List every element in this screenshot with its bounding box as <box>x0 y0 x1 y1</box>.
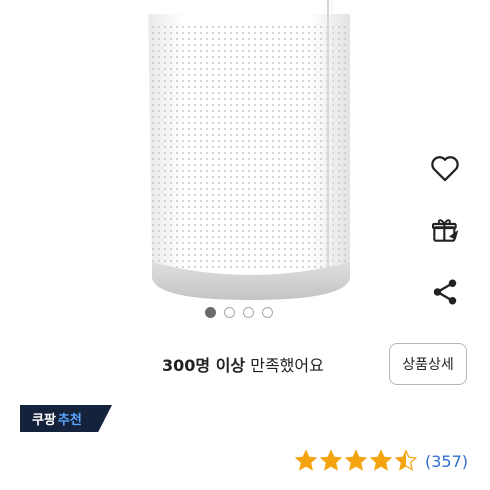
gift-button[interactable] <box>425 210 465 250</box>
star-full-icon <box>344 449 368 471</box>
badge-highlight: 추천 <box>57 413 82 428</box>
star-full-icon <box>294 449 318 471</box>
heart-icon <box>431 156 459 182</box>
review-count[interactable]: (357) <box>425 452 468 471</box>
carousel-dot[interactable] <box>262 307 273 318</box>
badge-brand: 쿠팡 <box>32 413 56 428</box>
wishlist-button[interactable] <box>425 148 465 188</box>
product-image[interactable] <box>0 0 490 300</box>
satisfaction-text: 300명 이상 만족했어요 <box>162 352 324 376</box>
product-detail-button[interactable]: 상품상세 <box>389 343 467 385</box>
star-full-icon <box>369 449 393 471</box>
gift-icon <box>431 219 459 242</box>
rating-stars <box>294 449 419 473</box>
carousel-dot[interactable] <box>205 307 216 318</box>
share-button[interactable] <box>425 272 465 312</box>
rating[interactable]: (357) <box>294 449 468 473</box>
satisfaction-count: 300명 이상 <box>162 356 246 375</box>
star-half-icon <box>394 449 418 471</box>
carousel-dot[interactable] <box>224 307 235 318</box>
star-full-icon <box>319 449 343 471</box>
satisfaction-label: 만족했어요 <box>250 356 324 375</box>
carousel-dots <box>205 307 273 318</box>
coupang-recommend-badge: 쿠팡 추천 <box>20 405 112 432</box>
carousel-dot[interactable] <box>243 307 254 318</box>
share-icon <box>433 279 457 305</box>
